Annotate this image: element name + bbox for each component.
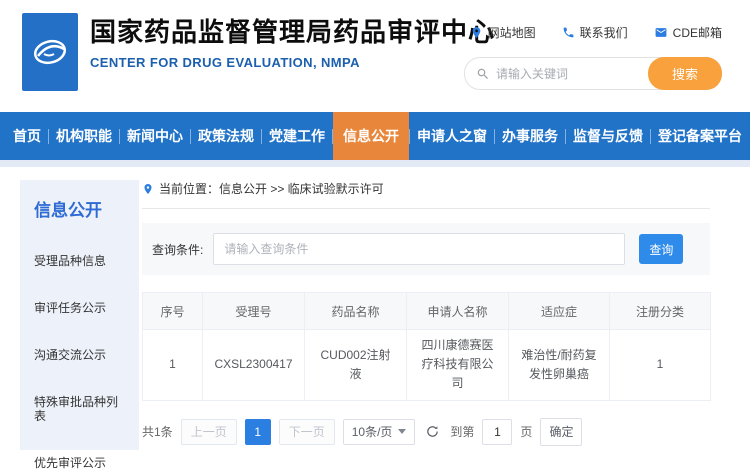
goto-page-input[interactable] xyxy=(482,419,512,445)
col-header-drug-name: 药品名称 xyxy=(305,293,407,330)
col-header-applicant: 申请人名称 xyxy=(407,293,509,330)
contact-us-link-label: 联系我们 xyxy=(580,24,628,41)
results-table: 序号 受理号 药品名称 申请人名称 适应症 注册分类 1 CXSL2300417… xyxy=(142,292,711,401)
main-content: 当前位置：信息公开 >> 临床试验默示许可 查询条件: 查询 序号 受理号 药品… xyxy=(142,180,710,446)
cde-logo xyxy=(22,13,78,91)
breadcrumb-text: 当前位置：信息公开 >> 临床试验默示许可 xyxy=(159,180,384,197)
cell-registration-class: 1 xyxy=(610,330,711,401)
page-size-value: 10条/页 xyxy=(352,423,393,440)
site-title: 国家药品监督管理局药品审评中心 xyxy=(90,17,495,48)
nav-item-news[interactable]: 新闻中心 xyxy=(120,112,190,160)
next-page-button[interactable]: 下一页 xyxy=(279,419,335,445)
cde-swan-logo-icon xyxy=(28,32,72,72)
sidebar-title: 信息公开 xyxy=(20,180,139,221)
nav-item-functions[interactable]: 机构职能 xyxy=(49,112,119,160)
goto-page-suffix: 页 xyxy=(520,423,532,440)
col-header-acceptance-no: 受理号 xyxy=(203,293,305,330)
cell-acceptance-no: CXSL2300417 xyxy=(203,330,305,401)
cell-applicant: 四川康德赛医疗科技有限公司 xyxy=(407,330,509,401)
sitemap-link[interactable]: 网站地图 xyxy=(470,24,536,41)
site-header: 国家药品监督管理局药品审评中心 CENTER FOR DRUG EVALUATI… xyxy=(0,0,750,112)
sidebar-item-priority-review[interactable]: 优先审评公示 xyxy=(20,456,139,470)
contact-us-link[interactable]: 联系我们 xyxy=(562,24,628,41)
nav-item-information-disclosure[interactable]: 信息公开 xyxy=(333,112,409,160)
search-icon xyxy=(476,67,490,81)
col-header-serial: 序号 xyxy=(143,293,203,330)
table-header-row: 序号 受理号 药品名称 申请人名称 适应症 注册分类 xyxy=(143,293,711,330)
col-header-registration-class: 注册分类 xyxy=(610,293,711,330)
location-pin-icon xyxy=(142,183,154,195)
sidebar-item-accepted-varieties[interactable]: 受理品种信息 xyxy=(20,254,139,268)
nav-item-policies[interactable]: 政策法规 xyxy=(191,112,261,160)
query-input[interactable] xyxy=(213,233,625,265)
table-row: 1 CXSL2300417 CUD002注射液 四川康德赛医疗科技有限公司 难治… xyxy=(143,330,711,401)
location-pin-icon xyxy=(470,26,483,39)
col-header-indication: 适应症 xyxy=(509,293,610,330)
cell-indication: 难治性/耐药复发性卵巢癌 xyxy=(509,330,610,401)
goto-confirm-button[interactable]: 确定 xyxy=(540,418,582,446)
page-size-select[interactable]: 10条/页 xyxy=(343,419,416,445)
sidebar-item-review-tasks[interactable]: 审评任务公示 xyxy=(20,301,139,315)
nav-item-registration-platform[interactable]: 登记备案平台 xyxy=(651,112,749,160)
nav-item-supervision-feedback[interactable]: 监督与反馈 xyxy=(566,112,650,160)
site-subtitle: CENTER FOR DRUG EVALUATION, NMPA xyxy=(90,55,495,70)
site-title-block: 国家药品监督管理局药品审评中心 CENTER FOR DRUG EVALUATI… xyxy=(90,17,495,70)
cde-mailbox-link-label: CDE邮箱 xyxy=(673,24,722,41)
header-search-button[interactable]: 搜索 xyxy=(648,57,722,90)
current-page-button[interactable]: 1 xyxy=(245,419,271,445)
nav-item-applicant-window[interactable]: 申请人之窗 xyxy=(410,112,494,160)
pagination-total: 共1条 xyxy=(142,423,173,440)
nav-item-services[interactable]: 办事服务 xyxy=(495,112,565,160)
nav-item-home[interactable]: 首页 xyxy=(6,112,48,160)
cde-mailbox-link[interactable]: CDE邮箱 xyxy=(654,24,722,41)
sidebar: 信息公开 受理品种信息 审评任务公示 沟通交流公示 特殊审批品种列表 优先审评公… xyxy=(20,180,139,450)
main-nav: 首页 机构职能 新闻中心 政策法规 党建工作 信息公开 申请人之窗 办事服务 监… xyxy=(0,112,750,160)
prev-page-button[interactable]: 上一页 xyxy=(181,419,237,445)
sidebar-item-communication[interactable]: 沟通交流公示 xyxy=(20,348,139,362)
phone-icon xyxy=(562,26,575,39)
envelope-icon xyxy=(654,26,668,39)
refresh-icon[interactable] xyxy=(425,424,440,439)
nav-bottom-strip xyxy=(0,160,750,167)
header-search-bar: 搜索 xyxy=(464,57,722,90)
cell-drug-name: CUD002注射液 xyxy=(305,330,407,401)
goto-page-prefix: 到第 xyxy=(450,423,474,440)
chevron-down-icon xyxy=(398,429,406,434)
cell-serial: 1 xyxy=(143,330,203,401)
header-quick-links: 网站地图 联系我们 CDE邮箱 xyxy=(470,24,722,41)
pagination: 共1条 上一页 1 下一页 10条/页 到第 页 确定 xyxy=(142,418,710,446)
sidebar-item-special-approval-list[interactable]: 特殊审批品种列表 xyxy=(20,395,139,423)
query-panel: 查询条件: 查询 xyxy=(142,223,710,275)
nav-item-party-building[interactable]: 党建工作 xyxy=(262,112,332,160)
breadcrumb: 当前位置：信息公开 >> 临床试验默示许可 xyxy=(142,180,710,209)
query-label: 查询条件: xyxy=(152,241,203,258)
query-button[interactable]: 查询 xyxy=(639,234,683,264)
sitemap-link-label: 网站地图 xyxy=(488,24,536,41)
